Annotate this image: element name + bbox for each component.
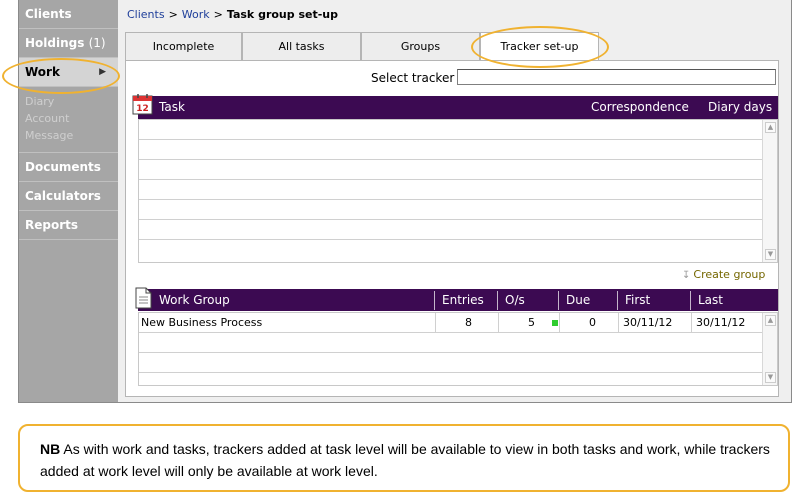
subnav-item-account[interactable]: Account — [25, 110, 118, 127]
column-divider — [434, 291, 435, 310]
empty-row — [139, 120, 763, 140]
breadcrumb: Clients > Work > Task group set-up — [127, 8, 338, 21]
cell-divider — [498, 313, 499, 333]
empty-row — [139, 220, 763, 240]
column-header-correspondence[interactable]: Correspondence — [591, 96, 689, 119]
column-header-work-group[interactable]: Work Group — [159, 289, 230, 312]
column-header-diary-days[interactable]: Diary days — [708, 96, 772, 119]
scroll-down-icon[interactable]: ▼ — [765, 249, 776, 260]
group-grid-scrollbar[interactable]: ▲ ▼ — [762, 313, 777, 385]
tracker-select[interactable] — [457, 69, 776, 85]
scroll-down-icon[interactable]: ▼ — [765, 372, 776, 383]
tracker-setup-panel: Select tracker Task Correspondence Diary… — [125, 60, 779, 397]
cell-entries: 8 — [465, 316, 472, 329]
note-lead: NB — [40, 441, 61, 457]
group-grid-header: Work Group Entries O/s Due First Last — [138, 289, 778, 311]
cell-divider — [435, 313, 436, 333]
column-divider — [617, 291, 618, 310]
tab-groups[interactable]: Groups — [361, 32, 480, 60]
sidebar-item-label: Calculators — [25, 189, 101, 203]
tab-incomplete[interactable]: Incomplete — [125, 32, 242, 60]
create-group-icon: ↧ — [682, 270, 691, 281]
subnav-item-diary[interactable]: Diary — [25, 93, 118, 110]
column-divider — [558, 291, 559, 310]
empty-row — [139, 240, 763, 260]
empty-row — [139, 160, 763, 180]
table-row[interactable]: New Business Process 8 5 0 30/11/12 30/1… — [139, 313, 763, 333]
sidebar-item-reports[interactable]: Reports — [19, 211, 118, 240]
work-subnav: Diary Account Message — [19, 87, 118, 153]
breadcrumb-separator: > — [213, 8, 223, 21]
page-title: Task group set-up — [226, 8, 339, 21]
calendar-icon: 12 — [132, 93, 154, 115]
sidebar-item-label: Reports — [25, 218, 79, 232]
task-grid-header: Task Correspondence Diary days — [138, 96, 778, 119]
tab-all-tasks[interactable]: All tasks — [242, 32, 361, 60]
cell-first: 30/11/12 — [623, 316, 673, 329]
cell-divider — [691, 313, 692, 333]
sidebar-item-label: Work — [25, 65, 60, 79]
main-content: Clients > Work > Task group set-up Incomplet… — [118, 0, 791, 402]
chevron-right-icon: ▶ — [99, 67, 106, 77]
document-icon — [132, 286, 154, 309]
column-divider — [497, 291, 498, 310]
column-header-due[interactable]: Due — [566, 289, 590, 312]
subnav-item-message[interactable]: Message — [25, 127, 118, 144]
sidebar-item-documents[interactable]: Documents — [19, 153, 118, 182]
note-text: As with work and tasks, trackers added a… — [40, 441, 770, 479]
cell-due: 0 — [589, 316, 596, 329]
task-grid-body: ▲ ▼ — [138, 119, 778, 263]
scroll-up-icon[interactable]: ▲ — [765, 122, 776, 133]
calendar-icon-day: 12 — [136, 104, 149, 114]
breadcrumb-separator: > — [168, 8, 178, 21]
empty-row — [139, 180, 763, 200]
column-header-entries[interactable]: Entries — [442, 289, 484, 312]
sidebar-item-label: Documents — [25, 160, 101, 174]
sidebar-item-holdings[interactable]: Holdings (1) — [19, 29, 118, 58]
select-tracker-label: Select tracker — [371, 71, 455, 85]
column-header-os[interactable]: O/s — [505, 289, 525, 312]
scroll-up-icon[interactable]: ▲ — [765, 315, 776, 326]
sidebar-item-label: Clients — [25, 7, 72, 21]
group-grid-body: New Business Process 8 5 0 30/11/12 30/1… — [138, 312, 778, 386]
cell-os: 5 — [528, 316, 535, 329]
sidebar: Clients Holdings (1) Work ▶ Diary Accoun… — [19, 0, 118, 402]
column-header-task[interactable]: Task — [159, 96, 185, 119]
task-grid-scrollbar[interactable]: ▲ ▼ — [762, 120, 777, 262]
breadcrumb-link-work[interactable]: Work — [182, 8, 210, 21]
cell-divider — [559, 313, 560, 333]
sidebar-item-calculators[interactable]: Calculators — [19, 182, 118, 211]
holdings-count: (1) — [88, 36, 106, 50]
column-header-last[interactable]: Last — [698, 289, 723, 312]
empty-row — [139, 140, 763, 160]
note-box: NB As with work and tasks, trackers adde… — [18, 424, 790, 492]
column-divider — [690, 291, 691, 310]
empty-row — [139, 353, 763, 373]
empty-row — [139, 200, 763, 220]
cell-work-group[interactable]: New Business Process — [141, 313, 262, 333]
status-indicator — [552, 320, 558, 326]
tab-tracker-setup[interactable]: Tracker set-up — [480, 32, 599, 63]
app-window: Clients Holdings (1) Work ▶ Diary Accoun… — [18, 0, 792, 403]
sidebar-item-label: Holdings — [25, 36, 85, 50]
sidebar-item-work[interactable]: Work ▶ — [19, 58, 118, 87]
empty-row — [139, 333, 763, 353]
sidebar-item-clients[interactable]: Clients — [19, 0, 118, 29]
create-group-label: Create group — [693, 268, 766, 281]
cell-divider — [618, 313, 619, 333]
cell-last: 30/11/12 — [696, 316, 746, 329]
breadcrumb-link-clients[interactable]: Clients — [127, 8, 165, 21]
column-header-first[interactable]: First — [625, 289, 650, 312]
create-group-link[interactable]: ↧ Create group — [682, 268, 765, 281]
